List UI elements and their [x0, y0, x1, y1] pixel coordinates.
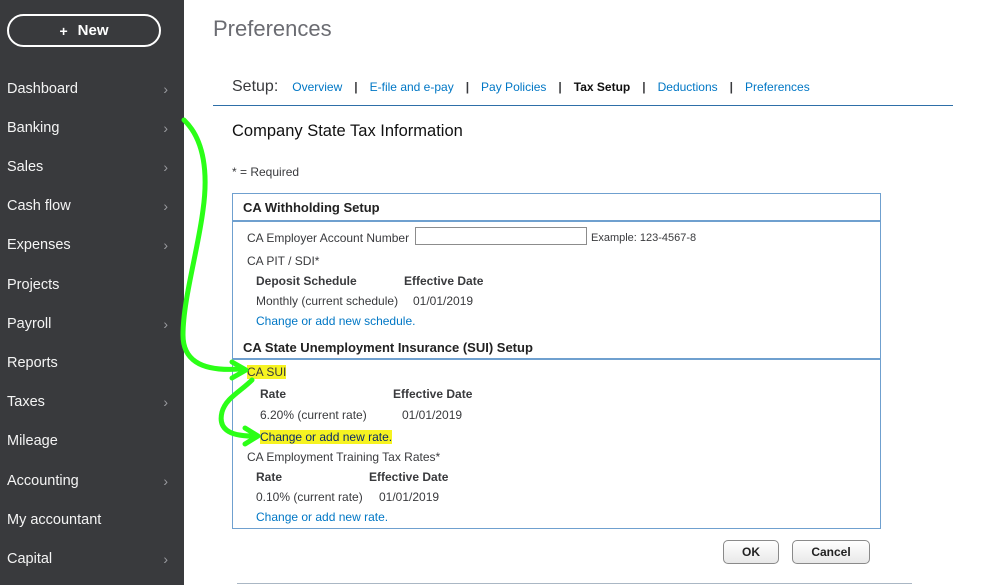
sidebar-item-dashboard[interactable]: Dashboard ›: [0, 69, 184, 108]
sidebar-item-label: Banking: [7, 119, 60, 136]
required-note: * = Required: [232, 165, 300, 179]
ett-rate-header: Rate: [256, 470, 283, 484]
separator: |: [354, 80, 358, 94]
sidebar-item-label: Cash flow: [7, 198, 71, 215]
account-number-input[interactable]: [415, 227, 587, 245]
change-schedule-link[interactable]: Change or add new schedule.: [256, 314, 415, 328]
tab-overview[interactable]: Overview: [292, 80, 342, 94]
tab-deductions[interactable]: Deductions: [658, 80, 718, 94]
sidebar-item-label: My accountant: [7, 511, 102, 528]
new-button[interactable]: + New: [7, 14, 161, 47]
chevron-right-icon: ›: [163, 550, 168, 567]
left-nav-sidebar: + New Dashboard › Banking › Sales › Cash flow ›…: [0, 0, 184, 585]
sidebar-item-banking[interactable]: Banking ›: [0, 108, 184, 147]
chevron-right-icon: ›: [163, 119, 168, 136]
bottom-divider: [237, 583, 912, 584]
plus-icon: +: [59, 22, 68, 39]
tab-efile-epay[interactable]: E-file and e-pay: [370, 80, 454, 94]
header-divider: [233, 358, 880, 360]
sidebar-item-label: Accounting: [7, 472, 79, 489]
sidebar-item-label: Sales: [7, 158, 44, 175]
ett-effective-date-header: Effective Date: [369, 470, 449, 484]
chevron-right-icon: ›: [163, 158, 168, 175]
chevron-right-icon: ›: [163, 394, 168, 411]
sui-rate-date: 01/01/2019: [402, 408, 463, 422]
section-title: Company State Tax Information: [232, 122, 463, 140]
sui-header: CA State Unemployment Insurance (SUI) Se…: [233, 334, 880, 360]
sidebar-item-projects[interactable]: Projects: [0, 265, 184, 304]
tab-preferences[interactable]: Preferences: [745, 80, 810, 94]
sidebar-item-label: Reports: [7, 354, 58, 371]
withholding-header: CA Withholding Setup: [233, 194, 880, 220]
sidebar-item-expenses[interactable]: Expenses ›: [0, 226, 184, 265]
deposit-schedule-value: Monthly (current schedule): [256, 294, 399, 308]
sidebar-item-capital[interactable]: Capital ›: [0, 539, 184, 578]
sidebar-item-sales[interactable]: Sales ›: [0, 147, 184, 186]
header-divider: [233, 220, 880, 222]
separator: |: [642, 80, 646, 94]
state-tax-panel: CA Withholding Setup CA Employer Account…: [232, 193, 881, 529]
schedule-effective-date: 01/01/2019: [413, 294, 474, 308]
chevron-right-icon: ›: [163, 80, 168, 97]
ca-sui-label: CA SUI: [247, 365, 287, 379]
separator: |: [465, 80, 470, 94]
chevron-right-icon: ›: [163, 315, 168, 332]
chevron-right-icon: ›: [163, 198, 168, 215]
sidebar-item-reports[interactable]: Reports: [0, 343, 184, 382]
ett-rate-value: 0.10% (current rate): [256, 490, 363, 504]
effective-date-header: Effective Date: [404, 274, 484, 288]
sidebar-item-label: Dashboard: [7, 80, 78, 97]
ok-button[interactable]: OK: [723, 540, 779, 564]
account-number-label: CA Employer Account Number: [247, 231, 410, 245]
sidebar-item-payroll[interactable]: Payroll ›: [0, 304, 184, 343]
setup-divider: [213, 105, 953, 106]
sidebar-item-label: Capital: [7, 550, 53, 567]
sidebar-item-accounting[interactable]: Accounting ›: [0, 461, 184, 500]
cancel-button[interactable]: Cancel: [792, 540, 870, 564]
sidebar-item-label: Projects: [7, 276, 60, 293]
chevron-right-icon: ›: [163, 237, 168, 254]
sidebar-item-cash-flow[interactable]: Cash flow ›: [0, 187, 184, 226]
change-ett-rate-link[interactable]: Change or add new rate.: [256, 510, 388, 524]
setup-label: Setup:: [232, 78, 279, 95]
sui-rate-header: Rate: [260, 387, 287, 401]
sidebar-item-label: Expenses: [7, 237, 71, 254]
separator: |: [558, 80, 562, 94]
account-example: Example: 123-4567-8: [591, 232, 697, 244]
change-sui-rate-link[interactable]: Change or add new rate.: [260, 430, 393, 444]
ett-label: CA Employment Training Tax Rates*: [247, 450, 441, 464]
sui-rate-value: 6.20% (current rate): [260, 408, 367, 422]
ett-rate-date: 01/01/2019: [379, 490, 440, 504]
pit-sdi-label: CA PIT / SDI*: [247, 254, 320, 268]
sidebar-item-label: Taxes: [7, 394, 45, 411]
separator: |: [729, 80, 734, 94]
deposit-schedule-header: Deposit Schedule: [256, 274, 357, 288]
sidebar-item-mileage[interactable]: Mileage: [0, 422, 184, 461]
chevron-right-icon: ›: [163, 472, 168, 489]
sidebar-item-label: Mileage: [7, 433, 58, 450]
setup-nav: Setup: Overview | E-file and e-pay | Pay…: [232, 78, 810, 102]
tab-pay-policies[interactable]: Pay Policies: [481, 80, 546, 94]
sui-effective-date-header: Effective Date: [393, 387, 473, 401]
sidebar-item-taxes[interactable]: Taxes ›: [0, 383, 184, 422]
sidebar-item-my-accountant[interactable]: My accountant: [0, 500, 184, 539]
new-button-label: New: [77, 22, 109, 39]
sidebar-item-label: Payroll: [7, 315, 52, 332]
tab-tax-setup[interactable]: Tax Setup: [574, 80, 630, 94]
page-title: Preferences: [213, 16, 332, 41]
